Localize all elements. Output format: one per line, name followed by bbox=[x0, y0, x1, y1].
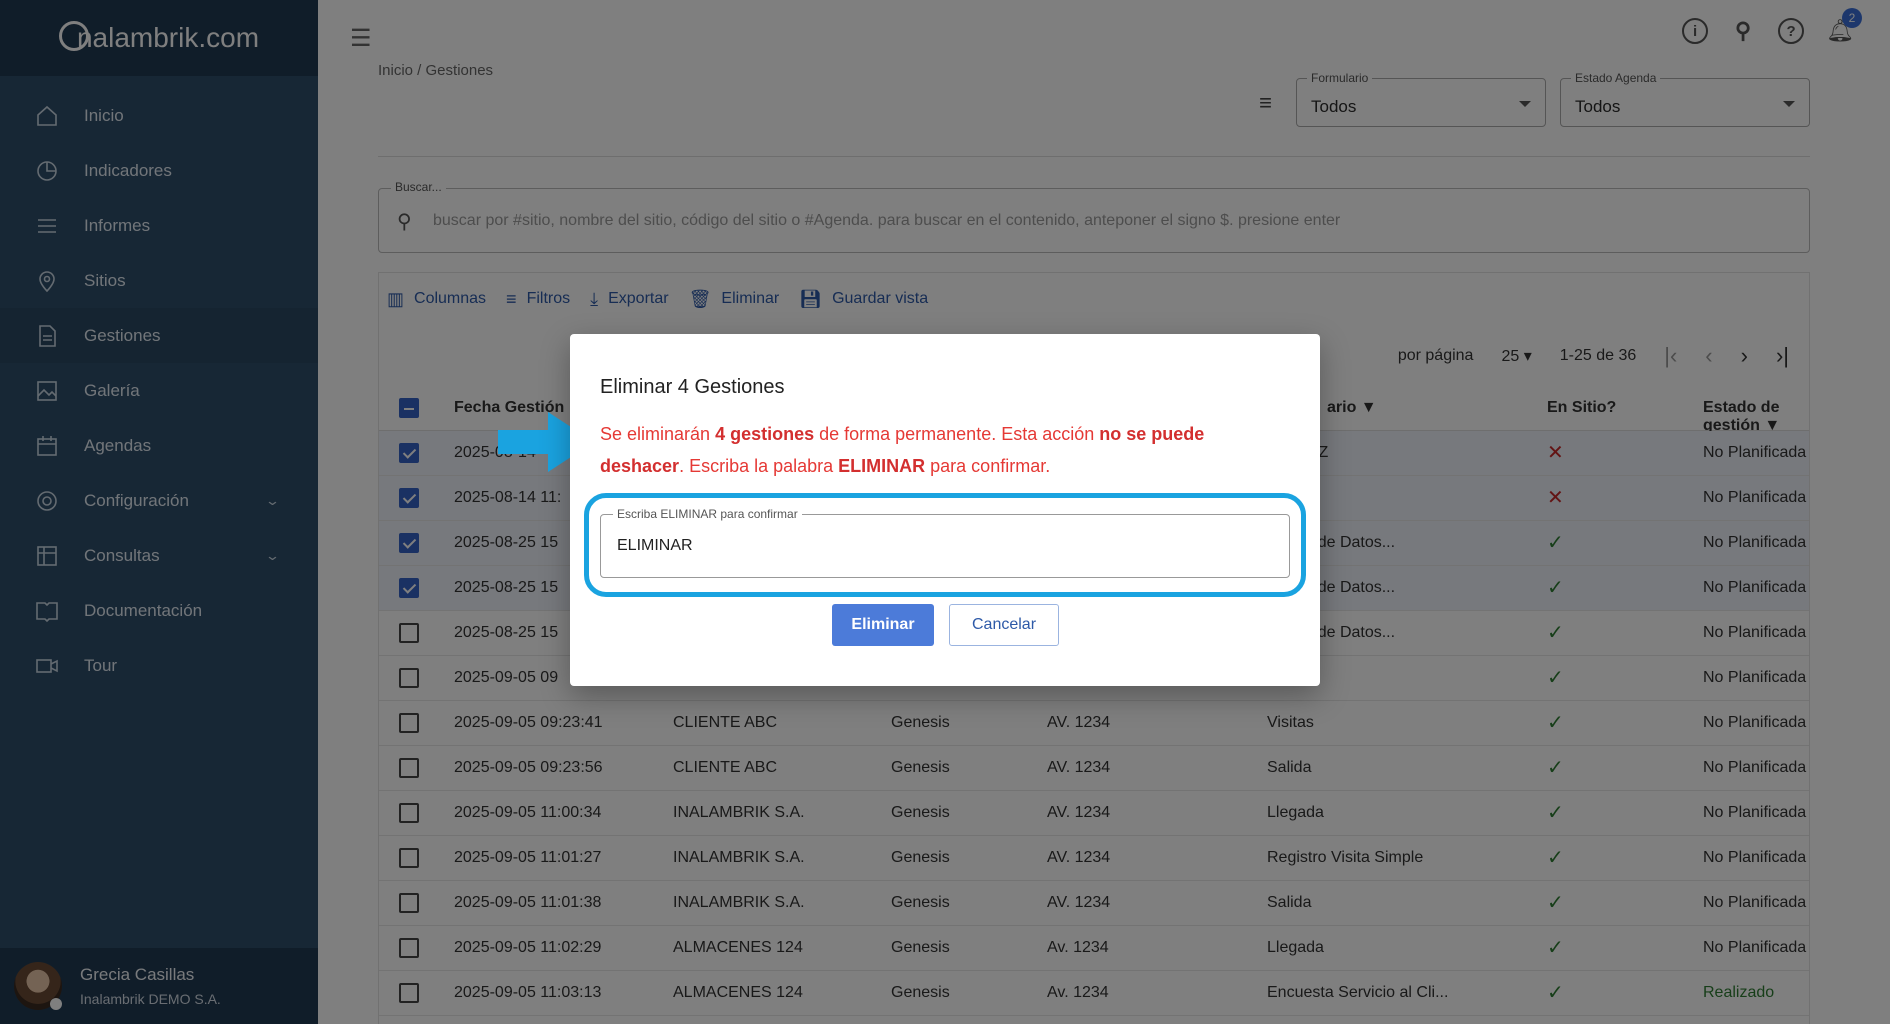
app: nalambrik.com InicioIndicadoresInformesS… bbox=[0, 0, 1890, 1024]
confirm-delete-button[interactable]: Eliminar bbox=[832, 604, 934, 646]
dialog-warning: Se eliminarán 4 gestiones de forma perma… bbox=[600, 418, 1290, 482]
warn-text: Se eliminarán bbox=[600, 424, 716, 444]
warn-text: . Escriba la palabra bbox=[679, 456, 839, 476]
cancel-button[interactable]: Cancelar bbox=[949, 604, 1059, 646]
confirm-input[interactable] bbox=[617, 537, 1277, 555]
warn-text: de forma permanente. Esta acción bbox=[814, 424, 1100, 444]
delete-confirm-dialog: Eliminar 4 Gestiones Se eliminarán 4 ges… bbox=[570, 334, 1320, 686]
warn-keyword: ELIMINAR bbox=[838, 456, 926, 476]
confirm-field-label: Escriba ELIMINAR para confirmar bbox=[613, 507, 802, 521]
warn-count: 4 gestiones bbox=[715, 424, 815, 444]
dialog-title: Eliminar 4 Gestiones bbox=[600, 376, 785, 398]
confirm-field: Escriba ELIMINAR para confirmar bbox=[600, 507, 1290, 578]
warn-text: para confirmar. bbox=[925, 456, 1051, 476]
